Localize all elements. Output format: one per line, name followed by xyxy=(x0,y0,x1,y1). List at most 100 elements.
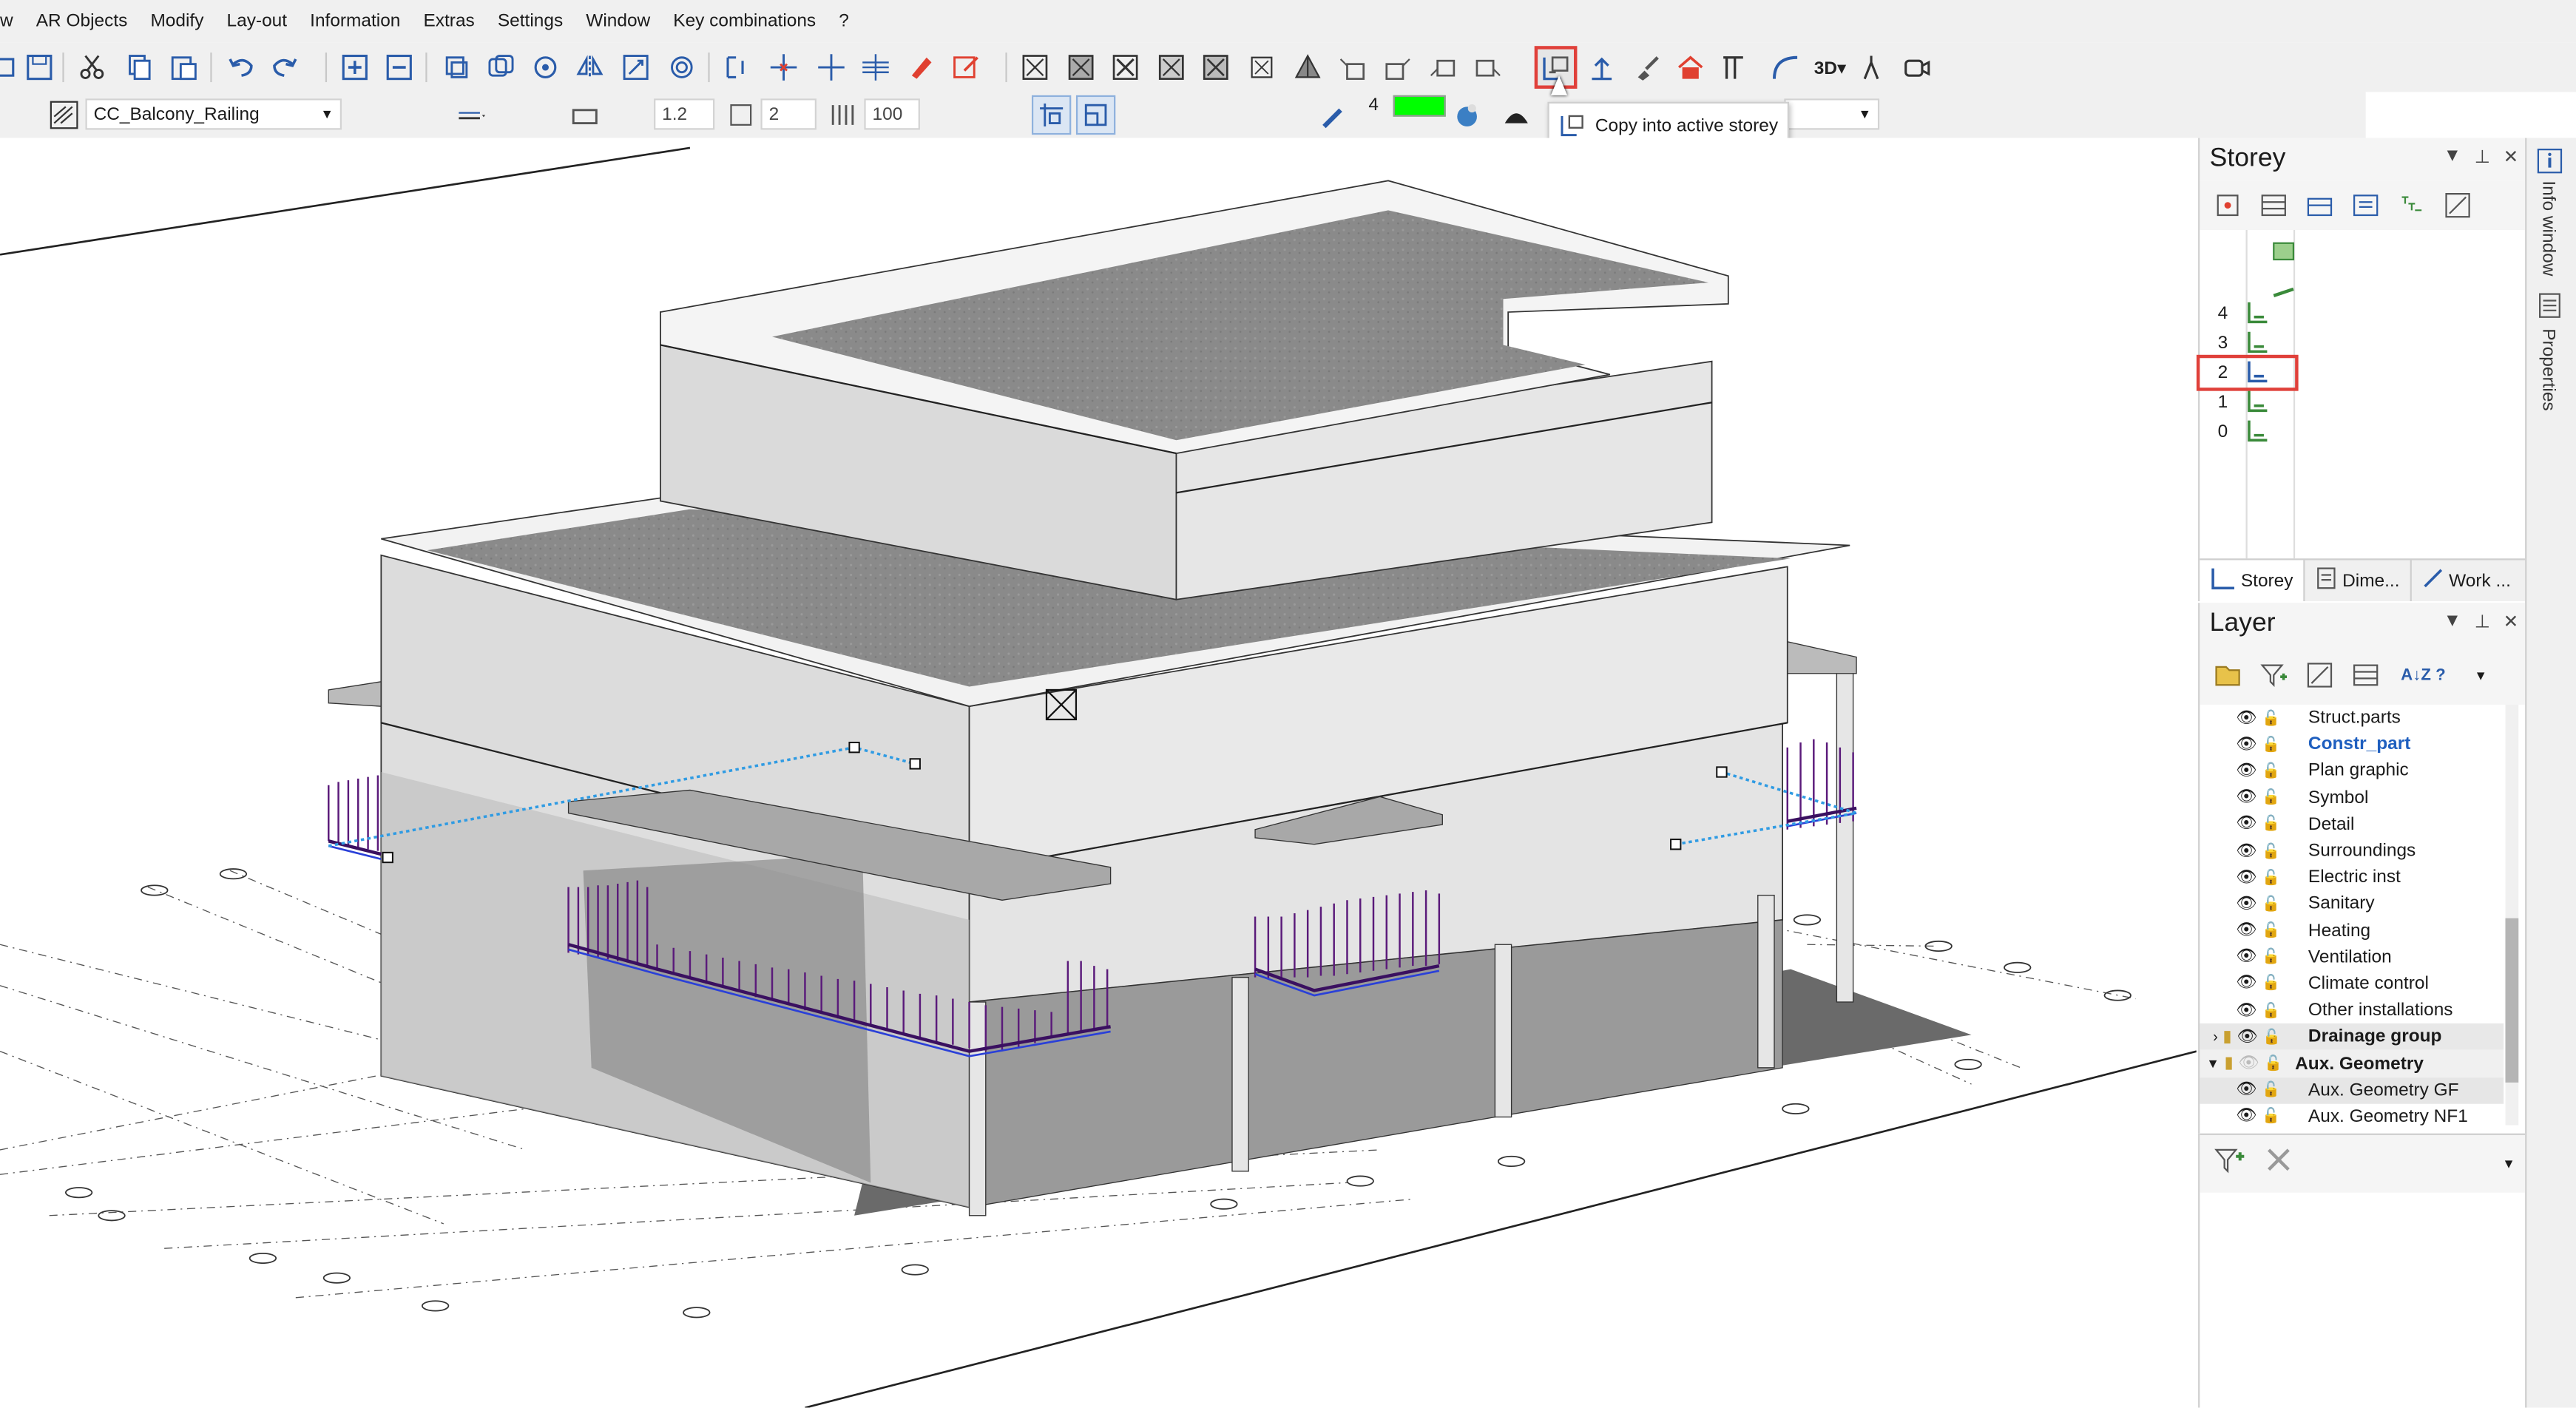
iso-view-4-icon[interactable] xyxy=(1470,50,1507,86)
layer-visibility-icon[interactable]: 👁 xyxy=(2236,736,2256,754)
lock-icon[interactable]: 🔓 xyxy=(2262,816,2280,833)
menu-item-extras[interactable]: Extras xyxy=(412,12,486,32)
roof-icon[interactable] xyxy=(1672,50,1708,86)
3d-viewport[interactable] xyxy=(0,138,2197,1408)
layer-visibility-icon[interactable]: 👁 xyxy=(2236,1001,2256,1019)
rotate-icon[interactable] xyxy=(527,50,564,86)
pin-icon[interactable]: ⊥ xyxy=(2475,146,2490,168)
rectangle-shape-icon[interactable] xyxy=(567,97,603,133)
copy-element-icon[interactable] xyxy=(483,50,519,86)
layer-combo[interactable]: ▼ xyxy=(1784,98,1880,130)
shading-icon[interactable] xyxy=(1498,97,1535,133)
properties-icon[interactable] xyxy=(2537,292,2563,327)
view-back-icon[interactable] xyxy=(1063,50,1099,86)
view-top-icon[interactable] xyxy=(1197,50,1234,86)
lock-icon[interactable]: 🔓 xyxy=(2262,709,2280,727)
view-bottom-icon[interactable] xyxy=(1244,50,1280,86)
lock-icon[interactable]: 🔓 xyxy=(2262,948,2280,966)
layer-item[interactable]: 👁 🔓 Symbol xyxy=(2200,785,2504,811)
lock-icon[interactable]: 🔓 xyxy=(2262,736,2280,754)
view-right-icon[interactable] xyxy=(1153,50,1189,86)
pin-icon[interactable]: ⊥ xyxy=(2475,611,2490,633)
layer-item[interactable]: 👁 🔓 Other installations xyxy=(2200,997,2504,1023)
layer-group-drainage[interactable]: › ▮ 👁 🔓 Drainage group xyxy=(2200,1023,2504,1051)
layer-item[interactable]: 👁 🔓 Struct.parts xyxy=(2200,705,2504,731)
scale-field[interactable]: 100 xyxy=(864,98,920,130)
extend-icon[interactable] xyxy=(814,50,850,86)
layer-visibility-icon[interactable]: 👁 xyxy=(2236,975,2256,992)
storey-row-2-active[interactable]: 2 xyxy=(2196,354,2299,391)
layer-item[interactable]: 👁 🔓 Heating xyxy=(2200,918,2504,944)
pen-icon[interactable] xyxy=(1314,97,1350,133)
layer-list-scrollbar[interactable] xyxy=(2505,704,2519,1126)
3d-view-icon[interactable]: 3D▾ xyxy=(1809,50,1852,86)
layers-field[interactable]: 2 xyxy=(760,98,817,130)
chevron-down-icon[interactable]: ▼ xyxy=(2502,1157,2515,1171)
undo-icon[interactable] xyxy=(223,50,260,86)
copy-icon[interactable] xyxy=(121,50,158,86)
line-type-icon[interactable] xyxy=(447,97,496,133)
menu-item-settings[interactable]: Settings xyxy=(486,12,574,32)
storey-structure-icon[interactable] xyxy=(2259,191,2288,220)
layer-folder-icon[interactable] xyxy=(2213,660,2242,690)
layer-item[interactable]: 👁 🔓 Plan graphic xyxy=(2200,758,2504,785)
lock-icon[interactable]: 🔓 xyxy=(2262,975,2280,992)
layer-visibility-icon[interactable]: 👁 xyxy=(2236,895,2256,913)
mirror-icon[interactable] xyxy=(572,50,608,86)
brush-icon[interactable] xyxy=(1630,50,1666,86)
perspective-icon[interactable] xyxy=(1290,50,1326,86)
layer-list-icon[interactable] xyxy=(2351,660,2381,690)
lock-icon[interactable]: 🔓 xyxy=(2262,1001,2280,1019)
tab-info-window[interactable]: Info window xyxy=(2538,180,2558,276)
storey-row-3[interactable]: 3 xyxy=(2200,328,2298,358)
layer-item[interactable]: 👁 🔓 Sanitary xyxy=(2200,891,2504,918)
layer-item-active[interactable]: 👁 🔓 Constr_part xyxy=(2200,731,2504,758)
storey-row-4[interactable]: 4 xyxy=(2200,299,2298,328)
lock-icon[interactable]: 🔓 xyxy=(2262,921,2280,939)
storey-tree-icon[interactable] xyxy=(2397,191,2427,220)
layer-item-selected[interactable]: 👁 🔓 Aux. Geometry GF xyxy=(2200,1077,2504,1104)
storey-edit-icon[interactable] xyxy=(2443,191,2472,220)
zoom-in-icon[interactable] xyxy=(337,50,373,86)
layer-visibility-icon[interactable]: 👁 xyxy=(2236,1081,2256,1099)
layer-group-aux-geometry[interactable]: ▼ ▮ 👁 🔓 Aux. Geometry xyxy=(2200,1050,2504,1077)
lock-icon[interactable]: 🔓 xyxy=(2264,1055,2282,1072)
redo-icon[interactable] xyxy=(266,50,302,86)
cut-icon[interactable] xyxy=(74,50,110,86)
lock-icon[interactable]: 🔓 xyxy=(2262,762,2280,780)
layer-visibility-icon[interactable]: 👁 xyxy=(2236,868,2256,886)
spacing-icon[interactable] xyxy=(825,97,861,133)
menu-item-help[interactable]: ? xyxy=(828,12,861,32)
rectangle-select-icon[interactable] xyxy=(439,50,475,86)
menu-item-key-combinations[interactable]: Key combinations xyxy=(662,12,828,32)
layer-item[interactable]: 👁 🔓 Electric inst xyxy=(2200,864,2504,891)
light-icon[interactable] xyxy=(1853,50,1890,86)
color-swatch[interactable] xyxy=(1393,95,1446,117)
zoom-out-icon[interactable] xyxy=(381,50,417,86)
open-icon[interactable] xyxy=(0,50,23,86)
layer-item[interactable]: 👁 🔓 Aux. Geometry NF1 xyxy=(2200,1103,2504,1126)
iso-view-2-icon[interactable] xyxy=(1380,50,1416,86)
menu-item-window[interactable]: Window xyxy=(575,12,662,32)
chevron-right-icon[interactable]: › xyxy=(2213,1029,2218,1045)
info-icon[interactable] xyxy=(2537,148,2563,183)
height-icon[interactable] xyxy=(723,97,759,133)
eraser-icon[interactable] xyxy=(902,50,938,86)
view-front-icon[interactable] xyxy=(1017,50,1053,86)
chevron-down-icon[interactable]: ▼ xyxy=(2206,1056,2220,1071)
lock-icon[interactable]: 🔓 xyxy=(2262,868,2280,886)
lock-icon[interactable]: 🔓 xyxy=(2262,842,2280,859)
save-icon[interactable] xyxy=(21,50,58,86)
menu-item-layout[interactable]: Lay-out xyxy=(215,12,299,32)
layer-visibility-icon[interactable]: 👁 xyxy=(2236,789,2256,807)
paste-icon[interactable] xyxy=(166,50,202,86)
iso-view-1-icon[interactable] xyxy=(1334,50,1370,86)
section-icon[interactable] xyxy=(1715,50,1751,86)
layer-visibility-icon[interactable]: 👁 xyxy=(2237,1028,2257,1046)
layer-visibility-icon[interactable]: 👁 xyxy=(2238,1055,2259,1072)
layer-visibility-icon[interactable]: 👁 xyxy=(2236,762,2256,780)
intersection-icon[interactable] xyxy=(765,50,802,86)
storey-list-icon[interactable] xyxy=(2351,191,2381,220)
layer-visibility-icon[interactable]: 👁 xyxy=(2236,709,2256,727)
menu-item-window-partial[interactable]: w xyxy=(0,12,24,32)
